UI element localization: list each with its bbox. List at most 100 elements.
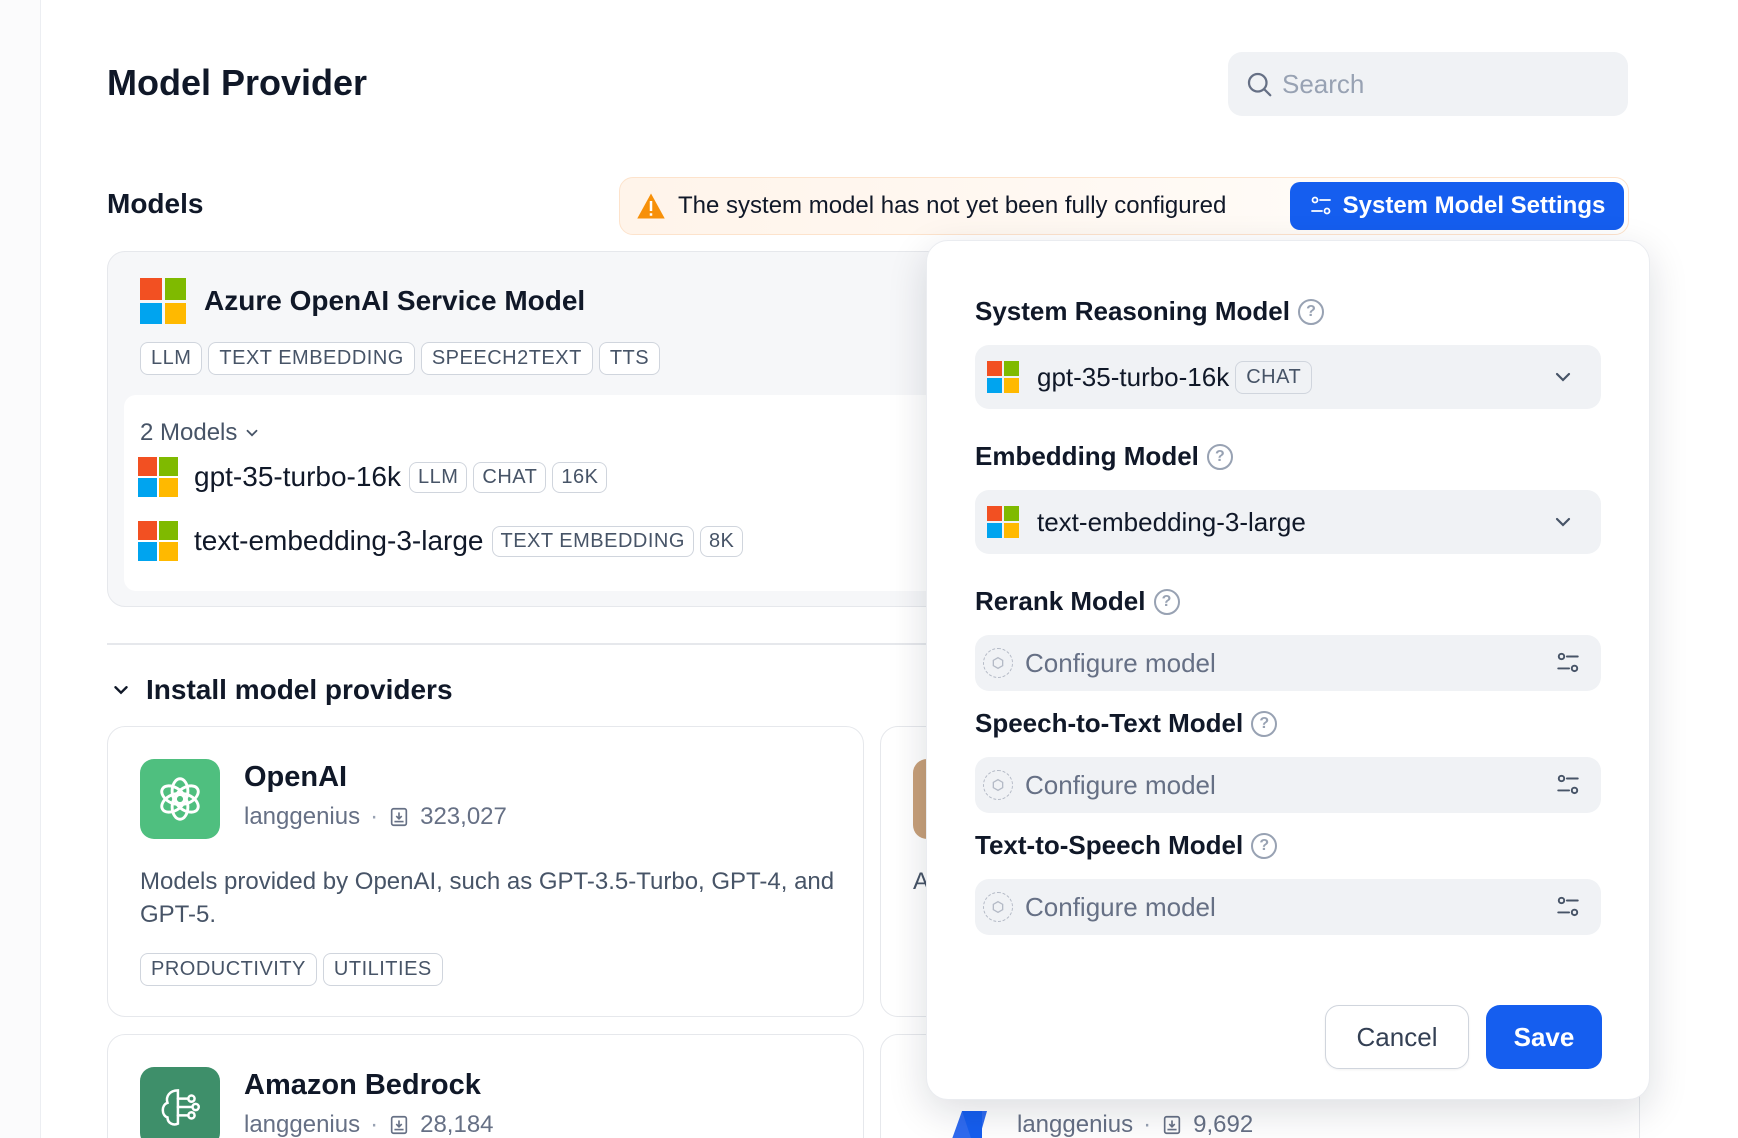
separator-dot: · <box>370 1111 379 1138</box>
field-label-text-to-speech: Text-to-Speech Model ? <box>975 830 1278 861</box>
microsoft-logo-icon <box>138 457 178 497</box>
help-icon[interactable]: ? <box>1251 832 1278 859</box>
provider-description: Models provided by OpenAI, such as GPT-3… <box>140 868 835 928</box>
selected-model-name: text-embedding-3-large <box>1037 506 1306 537</box>
microsoft-logo-icon <box>140 278 186 324</box>
field-label-rerank: Rerank Model ? <box>975 586 1180 617</box>
tag-utilities: UTILITIES <box>322 953 443 986</box>
provider-downloads: 323,027 <box>420 803 507 830</box>
system-model-settings-button[interactable]: System Model Settings <box>1290 182 1624 230</box>
help-icon[interactable]: ? <box>1297 298 1324 325</box>
left-rail <box>0 0 41 1138</box>
model-tag: CHAT <box>473 461 547 493</box>
provider-capability-tags: LLM TEXT EMBEDDING SPEECH2TEXT TTS <box>140 342 661 375</box>
bedrock-logo-icon <box>140 1067 220 1138</box>
section-divider <box>107 643 927 645</box>
help-icon[interactable]: ? <box>1206 443 1233 470</box>
provider-tags: PRODUCTIVITY UTILITIES <box>140 953 443 986</box>
provider-card-openai[interactable]: OpenAI langgenius · 323,027 Models provi… <box>107 726 864 1017</box>
model-name: text-embedding-3-large <box>194 525 484 556</box>
embedding-model-select[interactable]: text-embedding-3-large <box>975 490 1601 554</box>
save-button[interactable]: Save <box>1486 1005 1602 1069</box>
page-title: Model Provider <box>107 62 368 103</box>
system-model-settings-popover: System Reasoning Model ? gpt-35-turbo-16… <box>926 240 1650 1100</box>
field-label-text: System Reasoning Model <box>975 296 1290 326</box>
field-label-text: Rerank Model <box>975 586 1146 616</box>
selected-model-name: gpt-35-turbo-16k <box>1037 361 1230 392</box>
download-icon <box>390 807 408 827</box>
provider-name: OpenAI <box>244 761 348 793</box>
model-tag: LLM <box>409 461 468 493</box>
field-label-speech-to-text: Speech-to-Text Model ? <box>975 708 1278 739</box>
rerank-model-select[interactable]: Configure model <box>975 635 1601 691</box>
provider-name: Amazon Bedrock <box>244 1069 481 1101</box>
provider-models-panel: 2 Models gpt-35-turbo-16k LLM CHAT 16K t… <box>124 395 986 591</box>
provider-meta: langgenius · 9,692 <box>1017 1111 1253 1138</box>
chevron-down-icon <box>1555 517 1571 527</box>
select-placeholder: Configure model <box>1025 647 1216 678</box>
install-providers-toggle[interactable]: Install model providers <box>110 674 453 706</box>
tag-speech2text: SPEECH2TEXT <box>420 342 593 375</box>
chevron-down-icon <box>246 429 258 437</box>
field-label-text: Text-to-Speech Model <box>975 830 1244 860</box>
field-label-embedding: Embedding Model ? <box>975 441 1233 472</box>
separator-dot: · <box>1143 1111 1152 1138</box>
search-box[interactable] <box>1228 52 1628 116</box>
settings-sliders-icon <box>1310 196 1331 215</box>
text-to-speech-model-select[interactable]: Configure model <box>975 879 1601 935</box>
provider-author: langgenius <box>244 1111 361 1138</box>
tag-productivity: PRODUCTIVITY <box>140 953 317 986</box>
models-count-toggle[interactable]: 2 Models <box>140 419 261 447</box>
settings-sliders-icon <box>1557 896 1579 917</box>
provider-name: Azure OpenAI Service Model <box>204 285 586 316</box>
system-model-warning: The system model has not yet been fully … <box>619 177 1629 235</box>
model-name: gpt-35-turbo-16k <box>194 461 402 492</box>
empty-model-icon <box>983 770 1013 800</box>
download-icon <box>1163 1115 1181 1135</box>
provider-downloads: 28,184 <box>420 1111 494 1138</box>
warning-icon <box>637 193 665 219</box>
warning-text: The system model has not yet been fully … <box>678 192 1227 219</box>
model-tag: 16K <box>552 461 608 493</box>
provider-meta: langgenius · 28,184 <box>244 1111 494 1138</box>
provider-meta: langgenius · 323,027 <box>244 803 507 831</box>
provider-card-amazon-bedrock[interactable]: Amazon Bedrock langgenius · 28,184 <box>107 1034 864 1138</box>
settings-sliders-icon <box>1557 652 1579 673</box>
models-section-title: Models <box>107 188 204 219</box>
search-icon <box>1247 72 1272 97</box>
system-reasoning-model-select[interactable]: gpt-35-turbo-16k CHAT <box>975 345 1601 409</box>
install-providers-title: Install model providers <box>146 674 453 705</box>
tag-tts: TTS <box>598 342 661 375</box>
separator-dot: · <box>370 803 379 830</box>
model-tag: TEXT EMBEDDING <box>491 525 694 557</box>
model-row[interactable]: gpt-35-turbo-16k LLM CHAT 16K <box>138 457 608 497</box>
model-row[interactable]: text-embedding-3-large TEXT EMBEDDING 8K <box>138 521 744 561</box>
cancel-button[interactable]: Cancel <box>1325 1005 1469 1069</box>
microsoft-logo-icon <box>987 361 1019 393</box>
settings-sliders-icon <box>1557 774 1579 795</box>
tag-text-embedding: TEXT EMBEDDING <box>208 342 415 375</box>
empty-model-icon <box>983 892 1013 922</box>
provider-author: langgenius <box>1017 1111 1134 1138</box>
help-icon[interactable]: ? <box>1251 710 1278 737</box>
speech-to-text-model-select[interactable]: Configure model <box>975 757 1601 813</box>
microsoft-logo-icon <box>987 506 1019 538</box>
openai-logo-icon <box>140 759 220 839</box>
models-count-label: 2 Models <box>140 419 238 446</box>
field-label-text: Embedding Model <box>975 441 1199 471</box>
empty-model-icon <box>983 648 1013 678</box>
select-placeholder: Configure model <box>1025 891 1216 922</box>
system-model-settings-label: System Model Settings <box>1342 192 1606 219</box>
chevron-down-icon <box>1555 372 1571 382</box>
model-tag: 8K <box>699 525 744 557</box>
download-icon <box>390 1115 408 1135</box>
azure-provider-card: Azure OpenAI Service Model LLM TEXT EMBE… <box>107 251 987 607</box>
microsoft-logo-icon <box>138 521 178 561</box>
help-icon[interactable]: ? <box>1153 588 1180 615</box>
search-input[interactable] <box>1282 68 1602 100</box>
field-label-system-reasoning: System Reasoning Model ? <box>975 296 1324 327</box>
provider-author: langgenius <box>244 803 361 830</box>
chevron-down-icon <box>114 686 128 695</box>
tag-llm: LLM <box>140 342 203 375</box>
provider-downloads: 9,692 <box>1193 1111 1254 1138</box>
